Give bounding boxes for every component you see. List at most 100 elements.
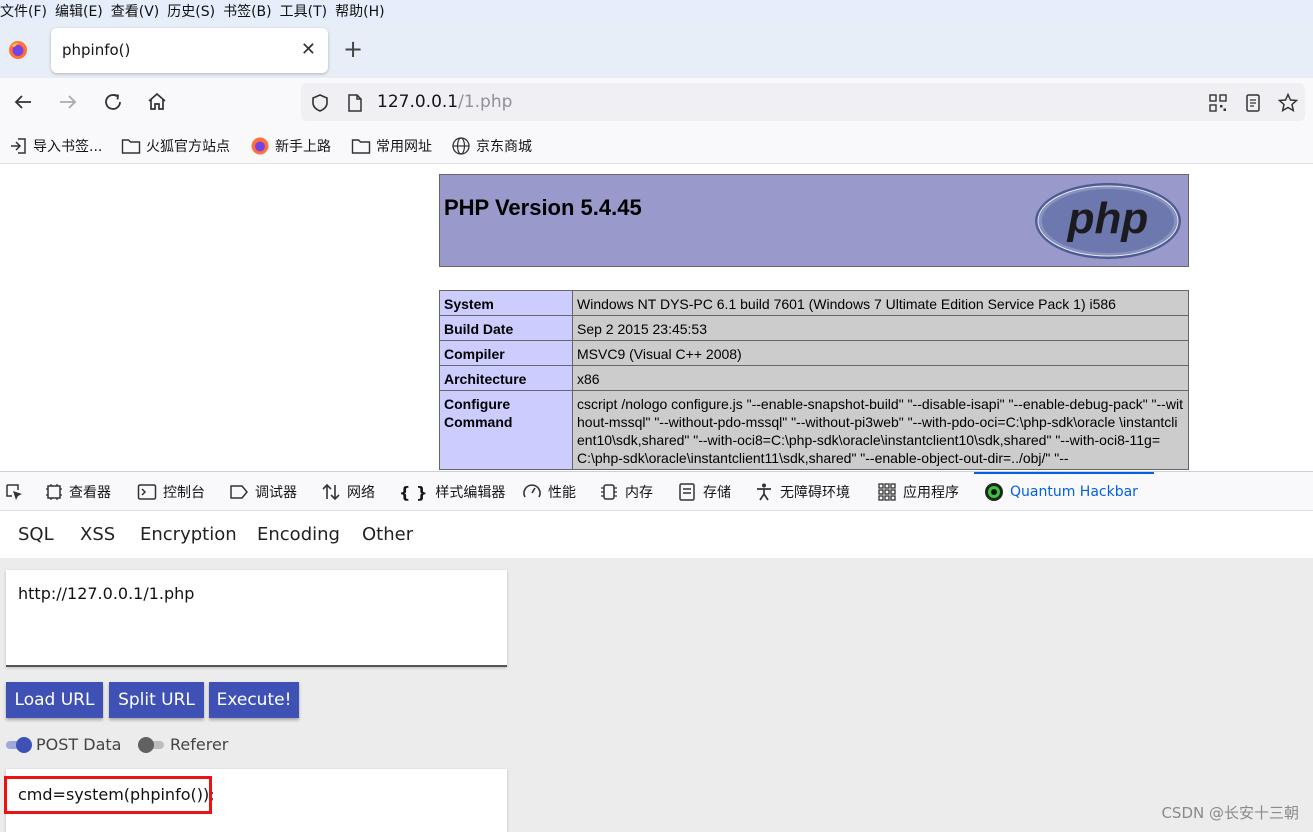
tab-phpinfo[interactable]: phpinfo() ✕ [51,28,328,73]
qr-code-icon[interactable] [1207,92,1229,114]
tab-strip: phpinfo() ✕ + [0,22,1313,78]
table-row: Configure Command cscript /nologo config… [439,390,1189,470]
devtools-tab-label: 无障碍环境 [780,485,850,501]
devtools-tab-memory[interactable]: 内存 [599,482,653,502]
reader-view-icon[interactable] [1242,92,1264,114]
braces-icon: { } [399,482,428,502]
row-value: Sep 2 2015 23:45:53 [572,315,1189,341]
row-value: Windows NT DYS-PC 6.1 build 7601 (Window… [572,290,1189,316]
page-icon[interactable] [344,92,366,114]
devtools-tab-performance[interactable]: 性能 [522,482,576,502]
bookmark-import[interactable]: 导入书签... [9,136,102,156]
active-tab-indicator [974,472,1154,474]
bookmark-label: 新手上路 [275,139,331,155]
performance-gauge-icon [523,484,541,498]
devtools-tab-label: 样式编辑器 [435,485,506,501]
hackbar-menu-sql[interactable]: SQL [18,524,54,545]
tab-title: phpinfo() [62,41,131,59]
row-key: Compiler [439,340,573,366]
reload-icon[interactable] [101,90,125,114]
bookmark-jd[interactable]: 京东商城 [451,136,532,156]
row-key: Configure Command [439,390,573,470]
devtools-tab-label: 存储 [703,485,731,501]
devtools-tab-quantum-hackbar[interactable]: Quantum Hackbar [984,482,1138,502]
hackbar-logo-icon [985,483,1003,501]
bookmark-common-sites[interactable]: 常用网址 [351,136,432,156]
toggle-label: Referer [170,735,229,754]
devtools-tab-console[interactable]: 控制台 [137,482,205,502]
php-logo: php [1035,183,1181,259]
row-key: Build Date [439,315,573,341]
page-content: PHP Version 5.4.45 php System Windows NT… [0,164,1313,471]
menu-bar: 文件(F) 编辑(E) 查看(V) 历史(S) 书签(B) 工具(T) 帮助(H… [0,0,1313,22]
bookmark-getting-started[interactable]: 新手上路 [250,136,331,156]
bookmark-label: 火狐官方站点 [146,139,230,155]
devtools-tab-style-editor[interactable]: { } 样式编辑器 [399,482,505,502]
bookmark-firefox-site[interactable]: 火狐官方站点 [121,136,230,156]
post-data-toggle[interactable]: POST Data [6,735,121,754]
devtools-tab-accessibility[interactable]: 无障碍环境 [754,482,850,502]
phpinfo-table: System Windows NT DYS-PC 6.1 build 7601 … [439,290,1189,470]
devtools-tab-network[interactable]: 网络 [321,482,375,502]
app-grid-icon [878,483,896,501]
devtools-tab-storage[interactable]: 存储 [677,482,731,502]
php-version-header: PHP Version 5.4.45 php [439,174,1189,267]
load-url-button[interactable]: Load URL [6,682,103,718]
hackbar-menu-encoding[interactable]: Encoding [257,524,340,545]
devtools-tab-label: 内存 [625,485,653,501]
table-row: Architecture x86 [439,365,1189,391]
firefox-logo-icon [251,137,269,155]
hackbar-url-value: http://127.0.0.1/1.php [18,584,195,603]
php-version-title: PHP Version 5.4.45 [444,195,642,220]
row-key: System [439,290,573,316]
menu-tools[interactable]: 工具(T) [280,1,335,21]
console-icon [137,484,157,500]
toggle-track [138,736,164,753]
shield-icon[interactable] [309,92,331,114]
split-url-button[interactable]: Split URL [109,682,204,718]
forward-arrow-icon[interactable] [56,90,80,114]
bookmark-star-icon[interactable] [1277,92,1299,114]
red-highlight-box [4,776,212,814]
php-logo-text: php [1067,194,1149,243]
hackbar-menu-other[interactable]: Other [362,524,413,545]
table-row: Compiler MSVC9 (Visual C++ 2008) [439,340,1189,366]
referer-toggle[interactable]: Referer [138,735,229,754]
firefox-logo-icon[interactable] [8,40,28,60]
devtools-tab-label: 查看器 [69,485,111,501]
element-picker-icon[interactable] [4,482,24,502]
back-arrow-icon[interactable] [11,90,35,114]
folder-icon [121,139,141,154]
menu-file[interactable]: 文件(F) [0,1,55,21]
folder-icon [351,139,371,154]
devtools-tab-debugger[interactable]: 调试器 [229,482,297,502]
menu-history[interactable]: 历史(S) [167,1,223,21]
home-icon[interactable] [145,90,169,114]
bookmark-label: 京东商城 [476,139,532,155]
bookmark-label: 常用网址 [376,139,432,155]
devtools-toolbar: 查看器 控制台 调试器 网络 { } 样式编辑器 性能 内存 存储 无障碍环境 … [0,471,1313,511]
import-icon [11,138,26,154]
row-key: Architecture [439,365,573,391]
menu-bookmarks[interactable]: 书签(B) [223,1,280,21]
address-bar[interactable]: 127.0.0.1/1.php [301,83,1305,121]
menu-help[interactable]: 帮助(H) [335,1,392,21]
hackbar-url-textarea[interactable]: http://127.0.0.1/1.php [6,570,507,667]
devtools-tab-inspector[interactable]: 查看器 [45,482,111,502]
url-text: 127.0.0.1/1.php [377,92,513,112]
devtools-tab-label: 调试器 [255,485,297,501]
execute-button[interactable]: Execute! [209,682,299,718]
globe-icon [452,137,470,155]
toggle-knob [138,736,154,753]
toggle-track [6,736,32,753]
menu-view[interactable]: 查看(V) [111,1,168,21]
menu-edit[interactable]: 编辑(E) [55,1,111,21]
row-value: cscript /nologo configure.js "--enable-s… [572,390,1189,470]
hackbar-menu-encryption[interactable]: Encryption [140,524,237,545]
hackbar-menu-xss[interactable]: XSS [80,524,115,545]
storage-icon [679,483,695,501]
devtools-tab-application[interactable]: 应用程序 [877,482,959,502]
network-arrows-icon [322,483,340,501]
tab-close-icon[interactable]: ✕ [301,39,316,60]
new-tab-button[interactable]: + [343,35,363,63]
